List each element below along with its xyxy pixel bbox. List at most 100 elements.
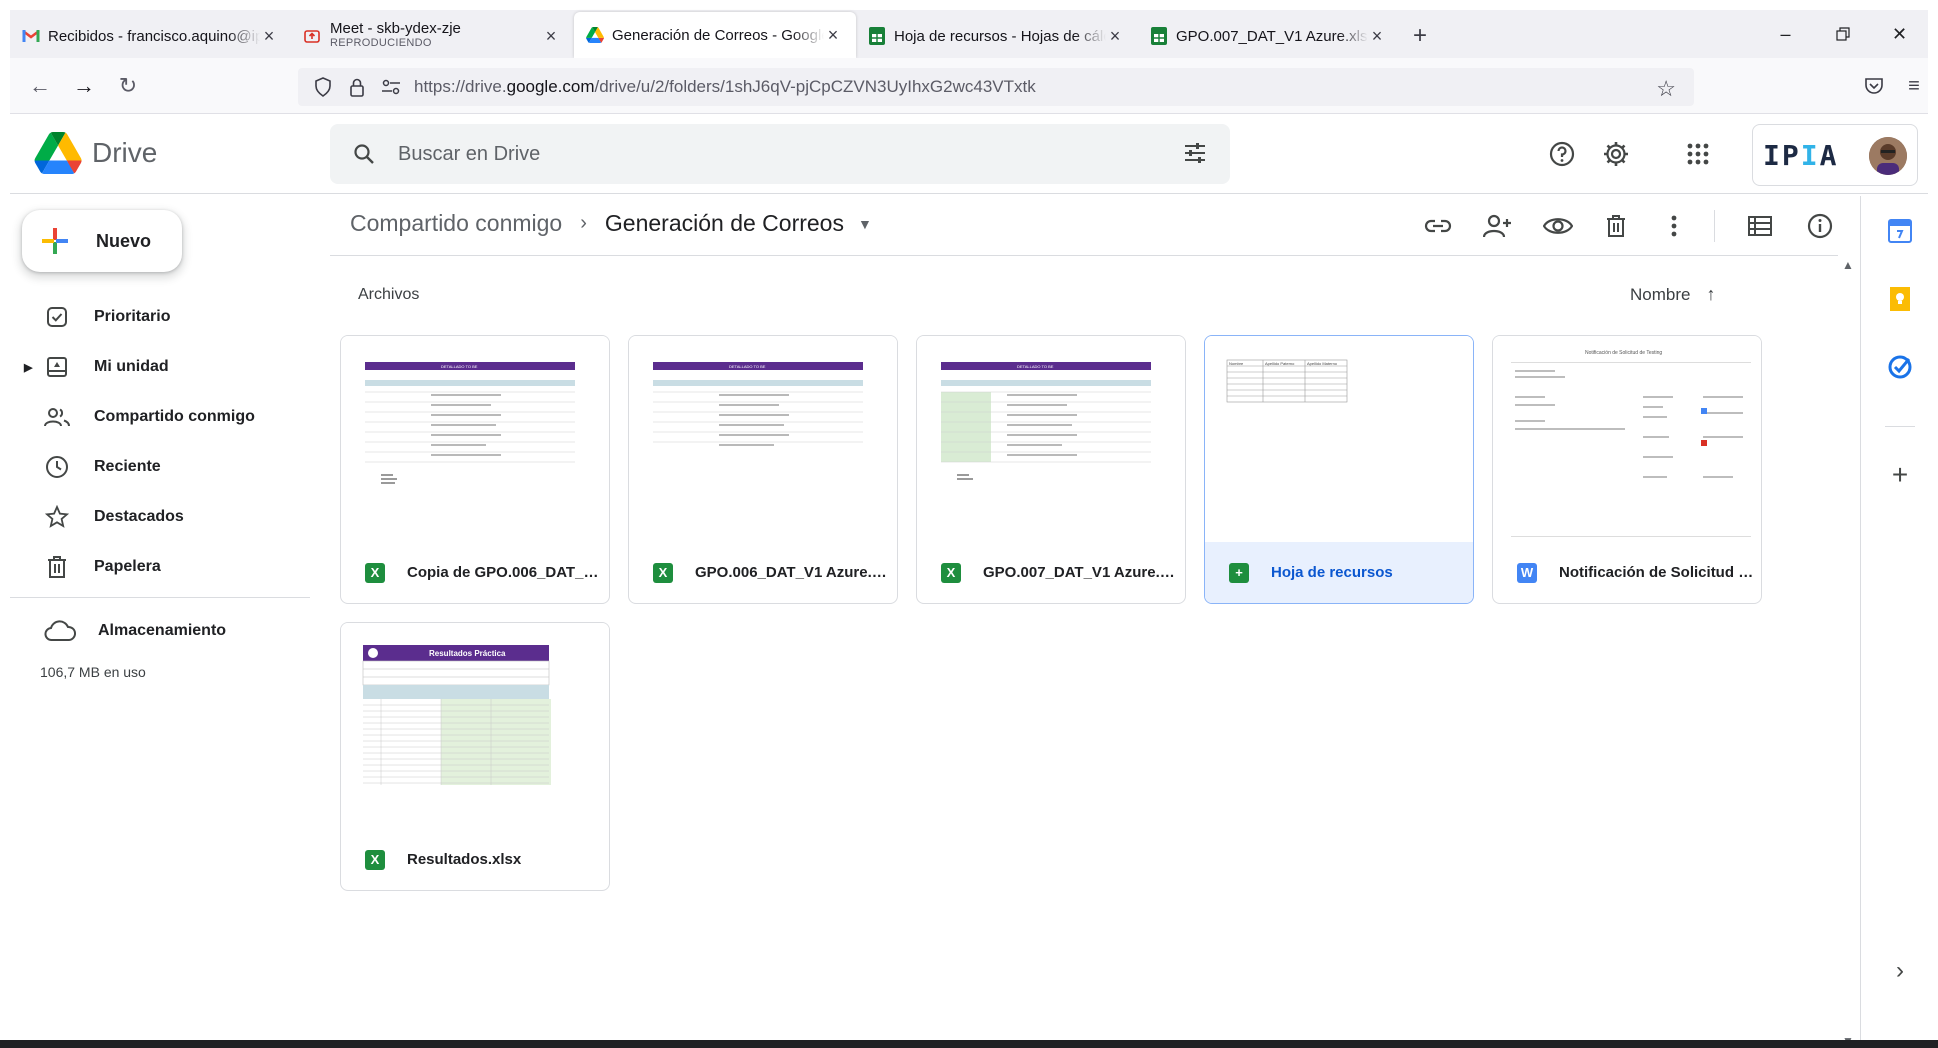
bookmark-star-icon[interactable]: ☆ xyxy=(1656,76,1676,102)
sidebar-item-recent[interactable]: Reciente xyxy=(0,442,310,492)
breadcrumb: Compartido conmigo › Generación de Corre… xyxy=(350,210,872,237)
tab-title: Recibidos - francisco.aquino@ip xyxy=(48,27,260,45)
calendar-icon[interactable] xyxy=(1885,216,1915,246)
drive-logo[interactable]: Drive xyxy=(34,132,157,174)
file-card[interactable]: DETALLADO TO BE X GPO.006_DAT_V1 Azure.x… xyxy=(628,335,898,604)
tab-title: Hoja de recursos - Hojas de cálculo xyxy=(894,27,1106,45)
sidebar-item-my-drive[interactable]: ▶ Mi unidad xyxy=(0,342,310,392)
sidebar-item-trash[interactable]: Papelera xyxy=(0,542,310,592)
thumb-header: Nombre xyxy=(1229,361,1244,366)
lock-icon[interactable] xyxy=(346,76,368,98)
link-icon[interactable] xyxy=(1422,210,1454,242)
file-card-selected[interactable]: Nombre Apellido Paterno Apellido Materno… xyxy=(1204,335,1474,604)
close-icon[interactable]: × xyxy=(542,26,560,47)
caret-down-icon[interactable]: ▼ xyxy=(858,216,872,232)
settings-gear-icon[interactable] xyxy=(1600,138,1632,170)
file-card[interactable]: Resultados Práctica X Resultados.xlsx xyxy=(340,622,610,891)
tasks-icon[interactable] xyxy=(1885,352,1915,382)
excel-file-icon: X xyxy=(365,562,385,583)
url-path: /drive/u/2/folders/1shJ6qV-pjCpCZVN3UyIh… xyxy=(594,77,1036,96)
file-card[interactable]: DETALLADO TO BE X Copia de GPO.006_DAT_V… xyxy=(340,335,610,604)
add-person-icon[interactable] xyxy=(1482,210,1514,242)
os-taskbar xyxy=(0,1040,1938,1048)
sidebar-item-shared[interactable]: Compartido conmigo xyxy=(0,392,310,442)
tab-meet[interactable]: Meet - skb-ydex-zje REPRODUCIENDO × xyxy=(292,14,574,58)
menu-icon[interactable]: ≡ xyxy=(1900,72,1928,100)
close-icon[interactable]: × xyxy=(824,25,842,46)
sidebar-divider xyxy=(10,597,310,598)
logo-part: IP xyxy=(1763,138,1801,172)
back-icon[interactable]: ← xyxy=(26,72,54,100)
new-tab-button[interactable]: + xyxy=(1400,14,1440,58)
minimize-icon[interactable]: – xyxy=(1757,10,1814,58)
clock-icon xyxy=(44,454,70,480)
scroll-up-icon[interactable]: ▲ xyxy=(1842,258,1854,272)
list-view-icon[interactable] xyxy=(1744,210,1776,242)
tab-sheets-hoja[interactable]: Hoja de recursos - Hojas de cálculo × xyxy=(856,14,1138,58)
shield-icon[interactable] xyxy=(312,76,334,98)
add-addon-plus-icon[interactable]: + xyxy=(1885,459,1915,490)
sidebar-nav: Prioritario ▶ Mi unidad Compartido conmi… xyxy=(0,292,310,592)
close-window-icon[interactable]: ✕ xyxy=(1871,10,1928,58)
toolbar-divider xyxy=(1714,210,1715,242)
sidebar-item-priority[interactable]: Prioritario xyxy=(0,292,310,342)
sidebar-item-label: Compartido conmigo xyxy=(94,408,255,425)
search-icon[interactable] xyxy=(352,142,376,166)
star-icon xyxy=(44,504,70,530)
expand-arrow-icon[interactable]: ▶ xyxy=(24,361,32,374)
url-bar[interactable]: https://drive. google.com/drive/u/2/folde… xyxy=(298,68,1694,106)
excel-file-icon: X xyxy=(653,562,673,583)
logo-part: A xyxy=(1819,138,1839,172)
info-icon[interactable] xyxy=(1804,210,1836,242)
thumb-header: Apellido Materno xyxy=(1307,361,1338,366)
gmail-icon xyxy=(22,27,40,45)
plus-icon xyxy=(42,228,68,254)
url-host: google.com xyxy=(506,77,595,96)
permissions-icon[interactable] xyxy=(380,76,402,98)
file-card-footer: W Notificación de Solicitud de Testing xyxy=(1493,542,1761,603)
sidebar-item-label: Mi unidad xyxy=(94,358,169,375)
tab-gmail[interactable]: Recibidos - francisco.aquino@ip × xyxy=(10,14,292,58)
sort-by-name-button[interactable]: Nombre ↑ xyxy=(1630,284,1715,305)
account-switcher[interactable]: IPIA xyxy=(1752,124,1918,186)
file-card[interactable]: DETALLADO TO BE X GPO.007_DAT_V1 Azure.x… xyxy=(916,335,1186,604)
breadcrumb-shared[interactable]: Compartido conmigo xyxy=(350,210,562,237)
main-scrollbar[interactable]: ▲ ▼ xyxy=(1838,256,1858,1048)
screen: Recibidos - francisco.aquino@ip × Meet -… xyxy=(0,0,1938,1048)
avatar[interactable] xyxy=(1869,137,1907,175)
thumb-title: DETALLADO TO BE xyxy=(441,364,478,369)
new-button[interactable]: Nuevo xyxy=(22,210,182,272)
search-options-icon[interactable] xyxy=(1182,140,1208,166)
restore-icon[interactable] xyxy=(1814,10,1871,58)
file-thumbnail: Nombre Apellido Paterno Apellido Materno xyxy=(1205,336,1473,543)
browser-navbar: ← → ↻ https://drive. google.com/drive/u/2… xyxy=(10,58,1928,114)
more-vert-icon[interactable] xyxy=(1658,210,1690,242)
file-card[interactable]: Notificación de Solicitud de Testing W N… xyxy=(1492,335,1762,604)
forward-icon[interactable]: → xyxy=(70,72,98,100)
search-input[interactable]: Buscar en Drive xyxy=(330,124,1230,184)
trash-icon[interactable] xyxy=(1600,210,1632,242)
expand-panel-chevron-icon[interactable]: › xyxy=(1885,956,1915,986)
sidebar-item-storage[interactable]: Almacenamiento xyxy=(44,620,226,642)
breadcrumb-current-folder[interactable]: Generación de Correos xyxy=(605,210,844,237)
apps-grid-icon[interactable] xyxy=(1682,138,1714,170)
file-thumbnail: DETALLADO TO BE xyxy=(917,336,1185,543)
arrow-up-icon[interactable]: ↑ xyxy=(1706,284,1715,305)
keep-icon[interactable] xyxy=(1885,284,1915,314)
pocket-icon[interactable] xyxy=(1860,72,1888,100)
tab-drive[interactable]: Generación de Correos - Google Drive × xyxy=(574,12,856,58)
close-icon[interactable]: × xyxy=(260,26,278,47)
google-sheets-icon: + xyxy=(1229,562,1249,583)
file-name: Hoja de recursos xyxy=(1271,564,1393,581)
preview-eye-icon[interactable] xyxy=(1542,210,1574,242)
sidebar-item-starred[interactable]: Destacados xyxy=(0,492,310,542)
close-icon[interactable]: × xyxy=(1106,26,1124,47)
storage-label: Almacenamiento xyxy=(98,622,227,639)
cloud-icon xyxy=(44,620,76,642)
tab-sheets-gpo[interactable]: GPO.007_DAT_V1 Azure.xlsx - Hojas × xyxy=(1138,14,1400,58)
close-icon[interactable]: × xyxy=(1368,26,1386,47)
help-icon[interactable] xyxy=(1546,138,1578,170)
reload-icon[interactable]: ↻ xyxy=(114,72,142,100)
sidebar-item-label: Destacados xyxy=(94,508,184,525)
file-thumbnail: DETALLADO TO BE xyxy=(341,336,609,543)
